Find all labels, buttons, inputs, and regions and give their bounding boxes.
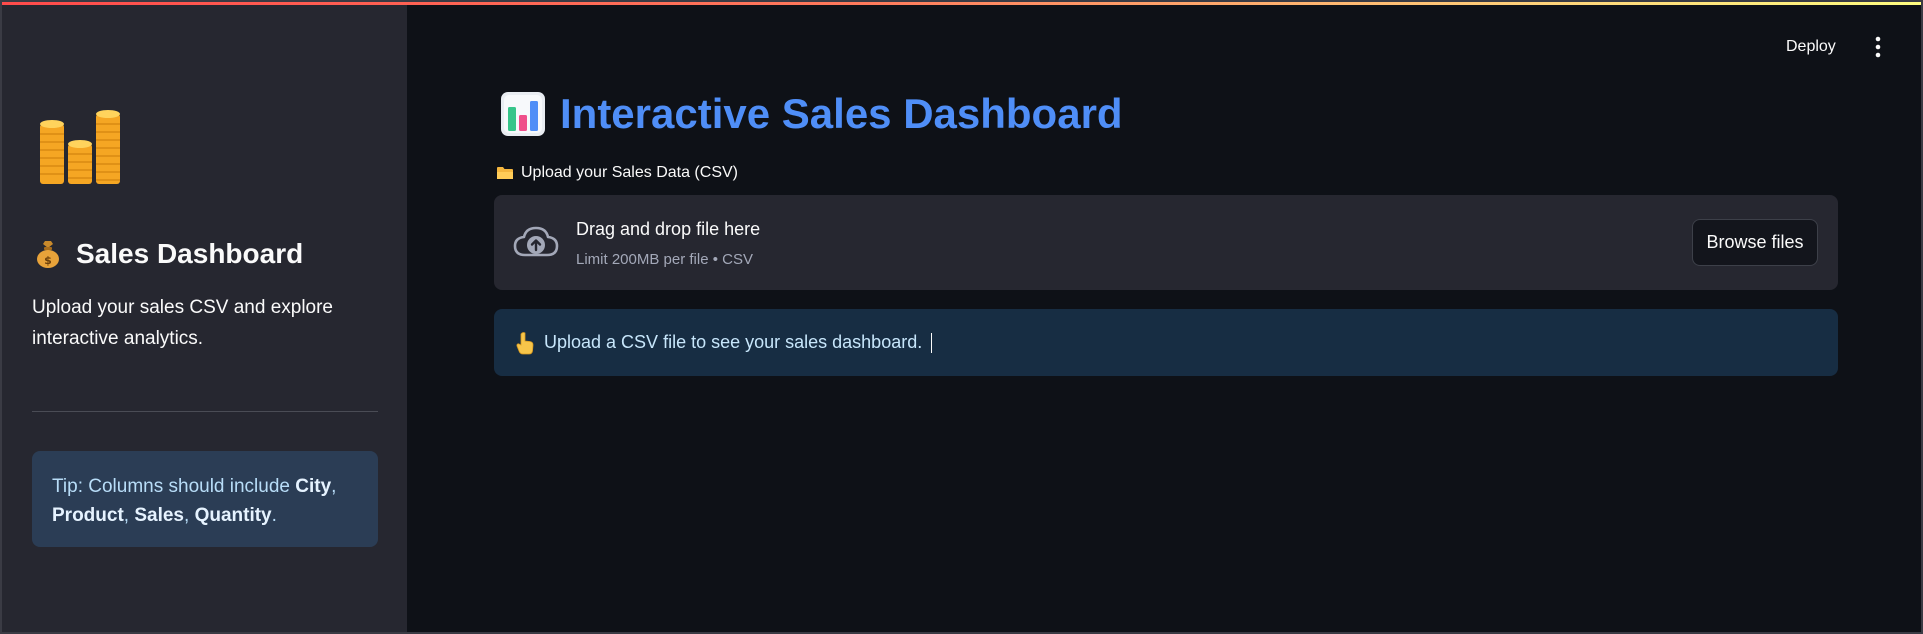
stacked-coins-icon <box>40 110 120 184</box>
text-cursor <box>931 332 933 353</box>
sidebar-title-text: Sales Dashboard <box>76 238 304 269</box>
kebab-menu-icon[interactable] <box>1868 34 1888 60</box>
svg-text:$: $ <box>44 254 52 267</box>
folder-icon <box>497 167 513 179</box>
page-title-text: Interactive Sales Dashboard <box>560 90 1123 137</box>
info-text: Upload a CSV file to see your sales dash… <box>544 332 923 352</box>
info-alert: Upload a CSV file to see your sales dash… <box>494 309 1838 376</box>
pointing-hand-icon <box>516 331 534 354</box>
deploy-button[interactable]: Deploy <box>1786 32 1836 62</box>
dropzone-limit-text: Limit 200MB per file • CSV <box>576 251 753 268</box>
sidebar: $ Sales Dashboard Upload your sales CSV … <box>2 2 407 632</box>
tip-column-city: City <box>295 476 332 497</box>
tip-suffix: . <box>271 505 277 526</box>
cloud-upload-icon <box>513 226 559 257</box>
sidebar-tip: Tip: Columns should include City, Produc… <box>32 451 378 547</box>
tip-separator: , <box>123 505 135 526</box>
money-bag-icon: $ <box>37 241 59 268</box>
page-title: Interactive Sales Dashboard <box>500 90 1123 138</box>
sidebar-title: $ Sales Dashboard <box>32 238 303 270</box>
tip-separator: , <box>331 476 337 497</box>
upload-label-text: Upload your Sales Data (CSV) <box>521 164 738 181</box>
browse-files-button[interactable]: Browse files <box>1692 219 1818 266</box>
sidebar-description: Upload your sales CSV and explore intera… <box>32 297 334 349</box>
tip-column-sales: Sales <box>134 505 184 526</box>
sidebar-divider <box>32 411 378 412</box>
tip-separator: , <box>184 505 195 526</box>
tip-prefix: Tip: Columns should include <box>52 476 296 497</box>
tip-column-product: Product <box>52 505 124 526</box>
top-decoration-bar <box>2 2 1921 5</box>
tip-column-quantity: Quantity <box>194 505 272 526</box>
bar-chart-icon <box>501 92 545 136</box>
app-window: $ Sales Dashboard Upload your sales CSV … <box>0 0 1923 634</box>
file-dropzone[interactable]: Drag and drop file here Limit 200MB per … <box>494 195 1838 290</box>
upload-label: Upload your Sales Data (CSV) <box>496 164 738 182</box>
dropzone-main-text: Drag and drop file here <box>576 219 761 239</box>
